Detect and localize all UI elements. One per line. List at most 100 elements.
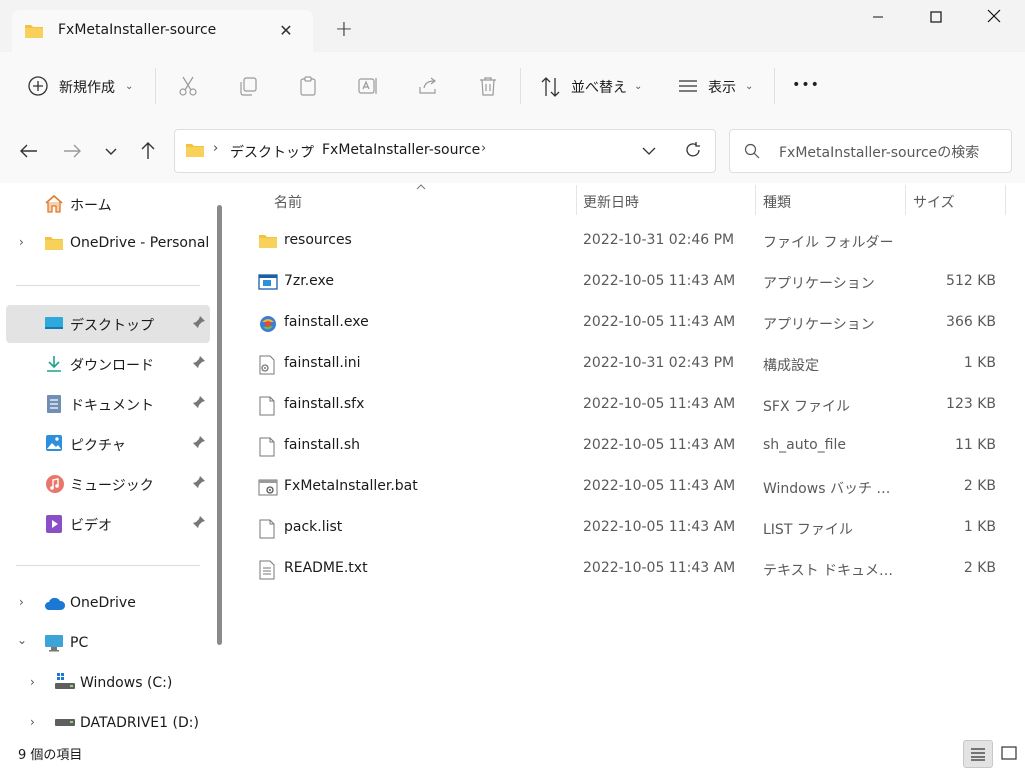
chevron-down-icon: ⌄ — [745, 81, 754, 92]
folder-icon — [25, 25, 43, 38]
tab-folder[interactable]: FxMetaInstaller-source ✕ — [12, 10, 313, 53]
item-count: 9 個の項目 — [18, 748, 83, 763]
sidebar-item-documents[interactable]: ドキュメント — [6, 385, 210, 423]
command-bar: 新規作成 ⌄ 並べ替え ⌄ 表示 ⌄ ••• — [0, 52, 1025, 120]
minimize-button[interactable] — [849, 0, 907, 38]
column-divider[interactable] — [1005, 185, 1006, 215]
pin-icon[interactable] — [192, 475, 206, 489]
sidebar-item-label: ビデオ — [70, 518, 112, 534]
sidebar-item-pc[interactable]: ⌄ PC — [6, 625, 210, 663]
rename-icon[interactable] — [357, 75, 379, 97]
close-window-button[interactable] — [965, 0, 1023, 38]
file-row[interactable]: pack.list 2022-10-05 11:43 AM LIST ファイル … — [252, 509, 1012, 550]
view-label: 表示 — [708, 80, 736, 96]
breadcrumb-separator-icon[interactable]: › — [213, 141, 218, 156]
new-button[interactable]: 新規作成 ⌄ — [18, 70, 138, 102]
maximize-icon — [930, 11, 942, 23]
more-options-button[interactable]: ••• — [786, 72, 826, 100]
file-name: FxMetaInstaller.bat — [284, 478, 418, 494]
maximize-button[interactable] — [907, 0, 965, 38]
sort-button[interactable]: 並べ替え ⌄ — [532, 70, 652, 102]
column-divider[interactable] — [576, 185, 577, 215]
file-row[interactable]: FxMetaInstaller.bat 2022-10-05 11:43 AM … — [252, 468, 1012, 509]
delete-icon[interactable] — [477, 75, 499, 97]
title-bar: FxMetaInstaller-source ✕ + — [0, 0, 1025, 53]
breadcrumb-separator-icon[interactable]: › — [481, 141, 486, 156]
sidebar-item-videos[interactable]: ビデオ — [6, 505, 210, 543]
cut-icon[interactable] — [177, 75, 199, 97]
column-header-name[interactable]: 名前 — [274, 192, 302, 212]
back-arrow-icon[interactable] — [18, 140, 40, 162]
file-size: 11 KB — [954, 437, 996, 453]
expand-chevron-icon[interactable]: › — [30, 675, 35, 689]
search-box[interactable]: FxMetaInstaller-sourceの検索 — [729, 129, 1012, 173]
file-row[interactable]: fainstall.ini 2022-10-31 02:43 PM 構成設定 1… — [252, 345, 1012, 386]
search-icon — [744, 143, 760, 159]
new-tab-button[interactable]: + — [330, 18, 358, 46]
file-row[interactable]: fainstall.sfx 2022-10-05 11:43 AM SFX ファ… — [252, 386, 1012, 427]
copy-icon[interactable] — [237, 75, 259, 97]
file-row[interactable]: 7zr.exe 2022-10-05 11:43 AM アプリケーション 512… — [252, 263, 1012, 304]
share-icon[interactable] — [417, 75, 439, 97]
sidebar-item-onedrive-personal[interactable]: › OneDrive - Personal — [6, 225, 210, 263]
expand-chevron-icon[interactable]: › — [19, 595, 24, 609]
sidebar-scrollbar[interactable] — [217, 205, 222, 645]
download-icon — [47, 356, 61, 372]
tiles-view-button[interactable] — [995, 740, 1023, 766]
sidebar-item-drive-d[interactable]: › DATADRIVE1 (D:) — [6, 705, 210, 743]
breadcrumb-separator-icon[interactable]: › — [305, 141, 310, 156]
sidebar-item-onedrive[interactable]: › OneDrive — [6, 585, 210, 623]
up-arrow-icon[interactable] — [137, 140, 159, 162]
details-view-button[interactable] — [963, 740, 993, 768]
sidebar-item-downloads[interactable]: ダウンロード — [6, 345, 210, 383]
divider — [155, 68, 156, 104]
pin-icon[interactable] — [192, 355, 206, 369]
column-divider[interactable] — [905, 185, 906, 215]
sidebar-item-label: OneDrive — [70, 595, 136, 611]
file-type: テキスト ドキュメント — [763, 563, 901, 579]
file-row[interactable]: README.txt 2022-10-05 11:43 AM テキスト ドキュメ… — [252, 550, 1012, 591]
collapse-chevron-icon[interactable]: ⌄ — [17, 633, 27, 647]
pin-icon[interactable] — [192, 515, 206, 529]
expand-chevron-icon[interactable]: › — [19, 235, 24, 249]
recent-chevron-icon[interactable] — [102, 142, 120, 160]
file-list: 名前 更新日時 種類 サイズ resources 2022-10-31 02:4… — [232, 183, 1025, 739]
sidebar-item-music[interactable]: ミュージック — [6, 465, 210, 503]
installer-icon — [260, 316, 276, 332]
column-header-type[interactable]: 種類 — [763, 192, 791, 212]
sidebar-item-label: DATADRIVE1 (D:) — [80, 715, 199, 731]
expand-chevron-icon[interactable]: › — [30, 715, 35, 729]
tiles-view-icon — [1001, 746, 1017, 760]
tab-title: FxMetaInstaller-source — [58, 22, 217, 38]
file-row[interactable]: fainstall.exe 2022-10-05 11:43 AM アプリケーシ… — [252, 304, 1012, 345]
breadcrumb-desktop[interactable]: デスクトップ — [230, 142, 314, 162]
exe-icon — [258, 274, 278, 290]
sidebar-item-drive-c[interactable]: › Windows (C:) — [6, 665, 210, 703]
file-name: resources — [284, 232, 352, 248]
search-placeholder: FxMetaInstaller-sourceの検索 — [779, 145, 980, 161]
view-button[interactable]: 表示 ⌄ — [670, 70, 766, 102]
chevron-down-icon: ⌄ — [125, 81, 134, 92]
sidebar-item-label: ピクチャ — [70, 438, 126, 454]
close-tab-icon[interactable]: ✕ — [274, 20, 298, 44]
close-icon — [987, 9, 1001, 23]
address-history-chevron-icon[interactable] — [640, 142, 658, 160]
pin-icon[interactable] — [192, 435, 206, 449]
file-row[interactable]: resources 2022-10-31 02:46 PM ファイル フォルダー — [252, 222, 1012, 263]
paste-icon[interactable] — [297, 75, 319, 97]
column-header-size[interactable]: サイズ — [913, 192, 955, 212]
pin-icon[interactable] — [192, 315, 206, 329]
pin-icon[interactable] — [192, 395, 206, 409]
status-bar: 9 個の項目 — [0, 739, 1025, 768]
column-divider[interactable] — [755, 185, 756, 215]
sidebar-item-home[interactable]: ホーム — [6, 185, 210, 223]
sidebar-item-pictures[interactable]: ピクチャ — [6, 425, 210, 463]
refresh-icon[interactable] — [683, 140, 703, 160]
sidebar-item-desktop[interactable]: デスクトップ — [6, 305, 210, 343]
forward-arrow-icon[interactable] — [61, 140, 83, 162]
address-bar[interactable]: › デスクトップ › FxMetaInstaller-source › — [174, 129, 716, 173]
breadcrumb-current-folder[interactable]: FxMetaInstaller-source — [322, 142, 480, 158]
sort-icon — [541, 77, 560, 97]
file-row[interactable]: fainstall.sh 2022-10-05 11:43 AM sh_auto… — [252, 427, 1012, 468]
column-header-date[interactable]: 更新日時 — [583, 192, 639, 212]
